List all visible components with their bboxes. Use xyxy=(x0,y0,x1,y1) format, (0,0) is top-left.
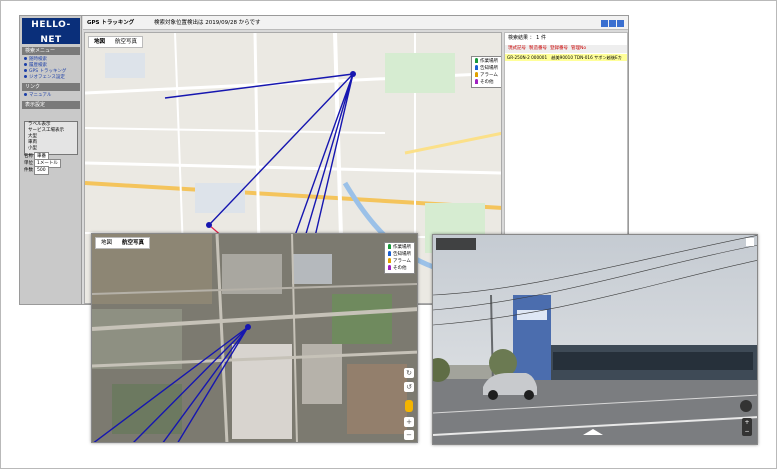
zoom-in-button[interactable]: + xyxy=(404,417,414,427)
tab-map[interactable]: 地図 xyxy=(89,37,110,47)
satellite-map[interactable]: 地図 航空写真 作業場所 告知場所 アラーム その他 ↻ ↺ + − xyxy=(91,233,418,443)
bullet-icon xyxy=(24,93,27,96)
rotate-icon[interactable]: ↻ xyxy=(404,368,414,378)
bullet-icon xyxy=(24,57,27,60)
map-type-tabs: 地図 航空写真 xyxy=(88,36,144,48)
result-count: 検索結果 ： 1 件 xyxy=(508,35,546,41)
blue-pin-icon xyxy=(388,251,391,256)
window-icon[interactable] xyxy=(617,20,624,27)
zoom-out-button[interactable]: − xyxy=(404,430,414,440)
count-select[interactable]: 500 xyxy=(34,166,49,175)
page-title: GPS トラッキング xyxy=(87,20,135,26)
purple-pin-icon xyxy=(388,265,391,270)
street-view-canvas xyxy=(433,235,757,444)
menu-item-geofence[interactable]: ジオフェンス設定 xyxy=(24,75,65,81)
purple-pin-icon xyxy=(475,79,478,84)
label-options-box: ラベル表示 サービス工場表示 大型 車両 小型 xyxy=(24,121,78,155)
tab-aerial[interactable]: 航空写真 xyxy=(110,37,142,47)
blue-pin-icon xyxy=(475,65,478,70)
map-legend: 作業場所 告知場所 アラーム その他 xyxy=(471,56,501,88)
pegman-icon[interactable] xyxy=(405,400,413,412)
window-icon[interactable] xyxy=(609,20,616,27)
bullet-icon xyxy=(24,63,27,66)
screenshot-collage: HELLO-NET Map Information 検索メニュー 随時検索 履歴… xyxy=(0,0,777,469)
yellow-pin-icon xyxy=(475,72,478,77)
satellite-legend: 作業場所 告知場所 アラーム その他 xyxy=(384,242,415,274)
logo: HELLO-NET Map Information xyxy=(22,18,80,54)
toolbar-icons xyxy=(600,19,624,33)
tab-map[interactable]: 地図 xyxy=(96,238,117,248)
compass-icon[interactable] xyxy=(740,400,752,412)
satellite-map-tabs: 地図 航空写真 xyxy=(95,237,151,249)
zoom-in-button[interactable]: + xyxy=(742,418,752,427)
green-pin-icon xyxy=(388,244,391,249)
window-icon[interactable] xyxy=(601,20,608,27)
table-row[interactable]: GR-250N-2 000001 越美90010 TDN-016 サボン越後Eカ xyxy=(505,54,627,61)
zoom-out-button[interactable]: − xyxy=(742,427,752,436)
display-settings-header: 表示設定 xyxy=(22,101,80,109)
search-menu-header: 検索メニュー xyxy=(22,47,80,55)
search-info: 検索対象位置検出は 2019/09/28 からです xyxy=(154,20,261,26)
street-view-zoom[interactable]: + − xyxy=(742,418,752,436)
bullet-icon xyxy=(24,75,27,78)
street-view[interactable]: + − xyxy=(432,234,758,445)
results-header: 現式記号 製造番号 登録番号 管理No xyxy=(505,45,627,53)
yellow-pin-icon xyxy=(388,258,391,263)
bullet-icon xyxy=(24,69,27,72)
sidebar: HELLO-NET Map Information 検索メニュー 随時検索 履歴… xyxy=(20,16,82,304)
link-section-header: リンク xyxy=(22,83,80,91)
menu-item-manual[interactable]: マニュアル xyxy=(24,93,51,99)
satellite-canvas xyxy=(92,234,417,442)
green-pin-icon xyxy=(475,58,478,63)
location-label xyxy=(436,238,476,250)
tab-aerial[interactable]: 航空写真 xyxy=(117,238,149,248)
top-bar: GPS トラッキング 検索対象位置検出は 2019/09/28 からです xyxy=(83,16,628,30)
logo-title: HELLO-NET xyxy=(31,20,71,45)
rotate-left-icon[interactable]: ↺ xyxy=(404,382,414,392)
count-select-row: 件数 500 xyxy=(24,166,49,175)
expand-icon[interactable] xyxy=(746,238,754,246)
